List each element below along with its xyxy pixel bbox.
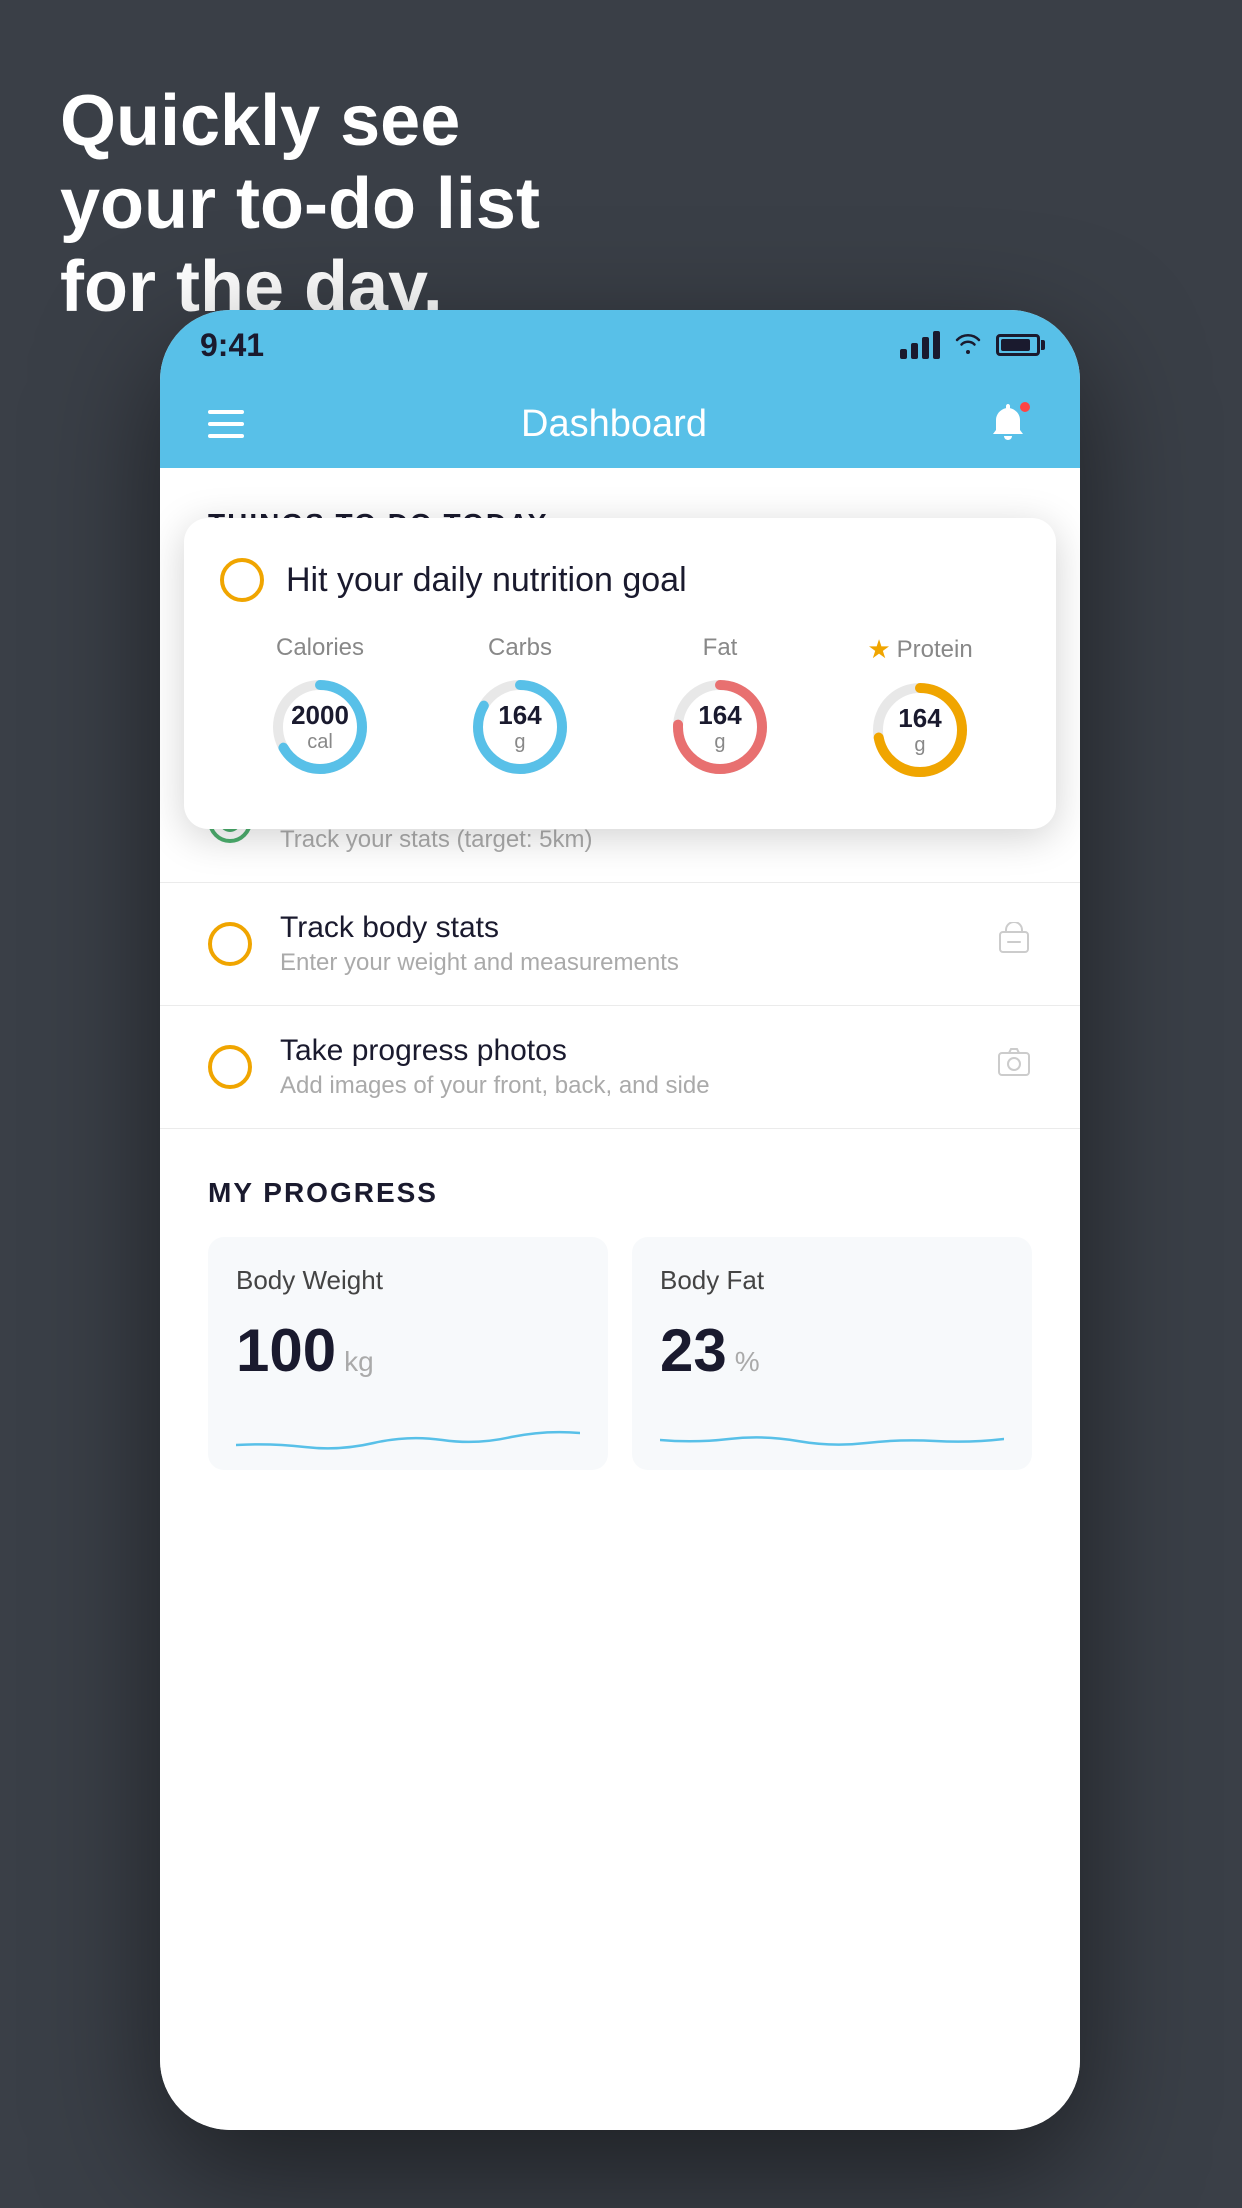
macro-calories-label: Calories bbox=[276, 634, 364, 662]
macro-carbs-label: Carbs bbox=[488, 634, 552, 662]
fat-donut: 164 g bbox=[665, 672, 775, 782]
todo-photos-title: Take progress photos bbox=[280, 1034, 968, 1068]
progress-section-header: MY PROGRESS bbox=[208, 1177, 1032, 1209]
body-fat-card: Body Fat 23 % bbox=[632, 1237, 1032, 1470]
protein-donut: 164 g bbox=[865, 675, 975, 785]
todo-body-stats-subtitle: Enter your weight and measurements bbox=[280, 949, 968, 977]
signal-icon bbox=[900, 331, 940, 359]
content-area: THINGS TO DO TODAY Hit your daily nutrit… bbox=[160, 468, 1080, 2130]
body-weight-sparkline bbox=[236, 1405, 580, 1465]
macros-row: Calories 2000 cal bbox=[220, 634, 1020, 785]
scale-icon bbox=[996, 922, 1032, 967]
protein-unit: g bbox=[898, 734, 941, 757]
carbs-unit: g bbox=[498, 731, 541, 754]
protein-value: 164 bbox=[898, 703, 941, 734]
body-stats-check-circle bbox=[208, 922, 252, 966]
calories-value: 2000 bbox=[291, 700, 349, 731]
todo-body-stats[interactable]: Track body stats Enter your weight and m… bbox=[160, 883, 1080, 1006]
body-weight-value-row: 100 kg bbox=[236, 1316, 580, 1385]
todo-body-stats-text: Track body stats Enter your weight and m… bbox=[280, 911, 968, 977]
wifi-icon bbox=[954, 330, 982, 361]
body-fat-value: 23 bbox=[660, 1316, 727, 1385]
body-weight-unit: kg bbox=[344, 1346, 374, 1378]
headline-line2: your to-do list bbox=[60, 164, 540, 244]
macro-fat: Fat 164 g bbox=[665, 634, 775, 782]
fat-value: 164 bbox=[698, 700, 741, 731]
calories-unit: cal bbox=[291, 731, 349, 754]
progress-cards-row: Body Weight 100 kg Body Fat 23 bbox=[208, 1237, 1032, 1470]
battery-icon bbox=[996, 334, 1040, 356]
photo-icon bbox=[996, 1045, 1032, 1090]
star-icon: ★ bbox=[867, 634, 890, 665]
menu-button[interactable] bbox=[208, 410, 244, 438]
macro-fat-label: Fat bbox=[703, 634, 738, 662]
status-time: 9:41 bbox=[200, 327, 264, 364]
nav-bar: Dashboard bbox=[160, 380, 1080, 468]
calories-donut: 2000 cal bbox=[265, 672, 375, 782]
body-weight-card: Body Weight 100 kg bbox=[208, 1237, 608, 1470]
todo-body-stats-title: Track body stats bbox=[280, 911, 968, 945]
card-title-row: Hit your daily nutrition goal bbox=[220, 558, 1020, 602]
body-weight-title: Body Weight bbox=[236, 1265, 580, 1296]
todo-photos-subtitle: Add images of your front, back, and side bbox=[280, 1072, 968, 1100]
macro-protein-label-row: ★ Protein bbox=[867, 634, 972, 665]
body-weight-value: 100 bbox=[236, 1316, 336, 1385]
macro-protein-label: Protein bbox=[897, 636, 973, 664]
notification-bell-button[interactable] bbox=[984, 400, 1032, 448]
headline-line1: Quickly see bbox=[60, 81, 460, 161]
status-icons bbox=[900, 330, 1040, 361]
fat-unit: g bbox=[698, 731, 741, 754]
notification-dot bbox=[1018, 400, 1032, 414]
body-fat-value-row: 23 % bbox=[660, 1316, 1004, 1385]
nutrition-card: Hit your daily nutrition goal Calories bbox=[184, 518, 1056, 829]
nav-title: Dashboard bbox=[521, 403, 707, 446]
todo-running-subtitle: Track your stats (target: 5km) bbox=[280, 826, 968, 854]
carbs-donut: 164 g bbox=[465, 672, 575, 782]
carbs-value: 164 bbox=[498, 700, 541, 731]
todo-photos[interactable]: Take progress photos Add images of your … bbox=[160, 1006, 1080, 1129]
macro-protein: ★ Protein 164 g bbox=[865, 634, 975, 785]
progress-section: MY PROGRESS Body Weight 100 kg bbox=[160, 1129, 1080, 1470]
phone-wrapper: 9:41 bbox=[160, 310, 1080, 2130]
photos-check-circle bbox=[208, 1045, 252, 1089]
macro-carbs: Carbs 164 g bbox=[465, 634, 575, 782]
todo-photos-text: Take progress photos Add images of your … bbox=[280, 1034, 968, 1100]
body-fat-unit: % bbox=[735, 1346, 760, 1378]
status-bar: 9:41 bbox=[160, 310, 1080, 380]
body-fat-title: Body Fat bbox=[660, 1265, 1004, 1296]
headline-text: Quickly see your to-do list for the day. bbox=[60, 80, 540, 328]
nutrition-check-circle[interactable] bbox=[220, 558, 264, 602]
macro-calories: Calories 2000 cal bbox=[265, 634, 375, 782]
body-fat-sparkline bbox=[660, 1405, 1004, 1465]
nutrition-card-title: Hit your daily nutrition goal bbox=[286, 561, 687, 600]
phone-screen: 9:41 bbox=[160, 310, 1080, 2130]
